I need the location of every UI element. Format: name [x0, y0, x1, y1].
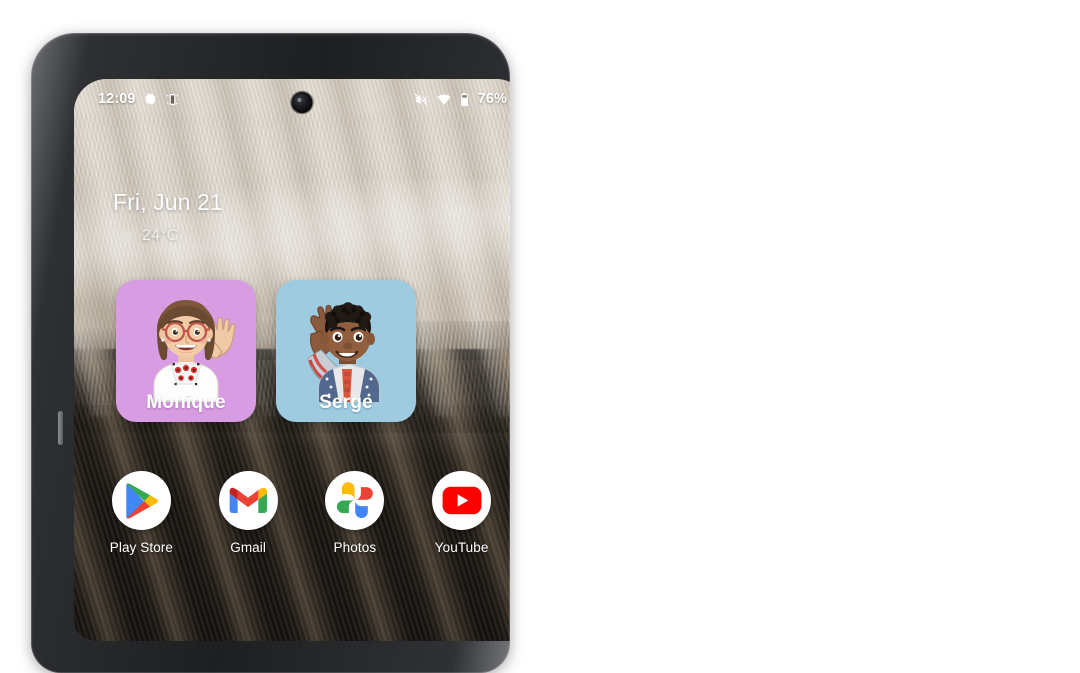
waving-woman-memoji-icon — [153, 300, 236, 402]
contact-name-label: Serge — [319, 392, 373, 413]
status-bar-left: 12:09 — [98, 91, 180, 107]
cloud-icon — [114, 230, 133, 242]
dock-label: YouTube — [434, 540, 489, 555]
dock-label: Photos — [333, 540, 377, 555]
contact-widget-serge[interactable]: Serge — [276, 280, 416, 422]
youtube-icon[interactable] — [432, 471, 492, 530]
app-dock: Play Store Gmail Photos YouTube — [74, 471, 510, 555]
mute-icon — [413, 92, 428, 105]
dock-app-gmail[interactable]: Gmail — [204, 471, 292, 555]
dock-app-photos[interactable]: Photos — [311, 471, 399, 555]
status-time: 12:09 — [98, 91, 136, 107]
settings-gear-icon — [144, 92, 156, 105]
dock-label: Gmail — [230, 540, 266, 555]
gmail-icon[interactable] — [218, 471, 278, 530]
dock-app-play-store[interactable]: Play Store — [97, 471, 185, 555]
dock-app-youtube[interactable]: YouTube — [418, 471, 506, 555]
weather-row: 24°C — [113, 227, 223, 245]
phone-device-frame: 12:09 76% Fri, Jun 21 24°C Monique Serge… — [31, 33, 510, 673]
front-camera-punch-hole-icon — [291, 92, 312, 113]
dock-label: Play Store — [109, 540, 174, 555]
contact-name-label: Monique — [146, 392, 226, 413]
power-button[interactable] — [58, 411, 63, 445]
status-bar-right: 76% — [413, 91, 507, 107]
temperature-label: 24°C — [142, 227, 179, 244]
battery-icon — [460, 92, 468, 106]
contact-widget-monique[interactable]: Monique — [116, 280, 256, 422]
battery-percent-label: 76% — [477, 91, 507, 107]
wifi-icon — [437, 94, 451, 105]
date-weather-widget[interactable]: Fri, Jun 21 24°C — [113, 191, 223, 245]
google-photos-icon[interactable] — [325, 471, 385, 530]
waving-boy-memoji-icon — [307, 302, 380, 402]
date-label: Fri, Jun 21 — [113, 189, 223, 215]
screenshot-icon — [166, 93, 178, 105]
phone-screen[interactable]: 12:09 76% Fri, Jun 21 24°C Monique Serge… — [74, 79, 510, 641]
play-store-icon[interactable] — [111, 471, 171, 530]
